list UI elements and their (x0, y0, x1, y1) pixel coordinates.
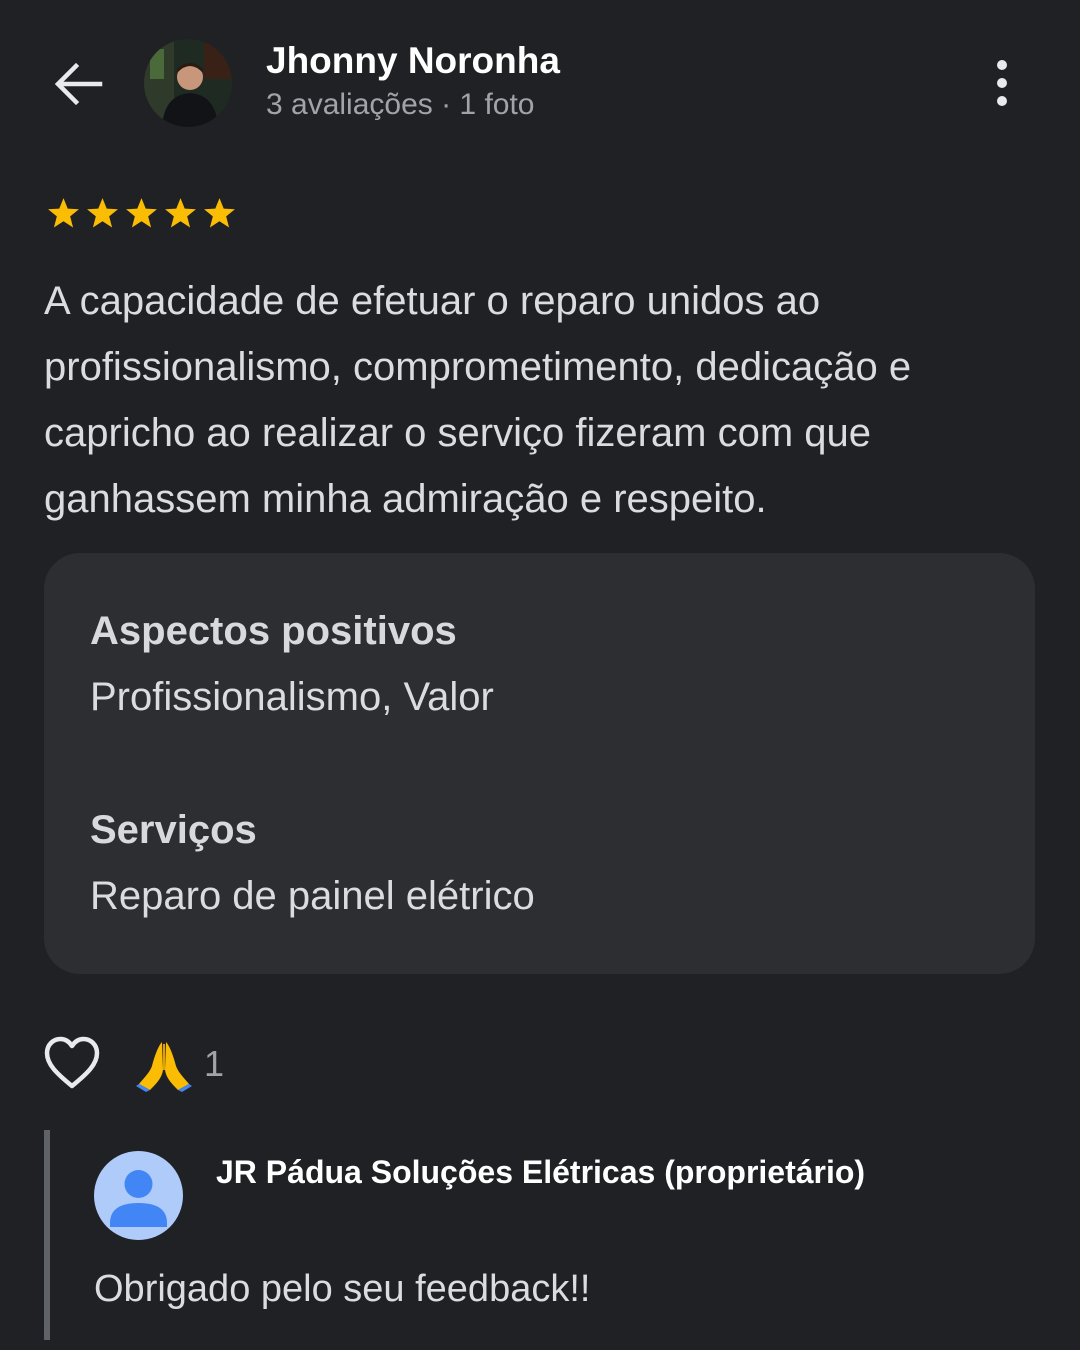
heart-outline-icon (44, 1036, 100, 1089)
owner-avatar (94, 1151, 183, 1240)
services-heading: Serviços (90, 808, 257, 852)
star-icon (48, 198, 79, 228)
arrow-left-icon (54, 62, 103, 106)
folded-hands-icon (136, 1042, 192, 1092)
owner-reply-text: Obrigado pelo seu feedback!! (94, 1268, 591, 1310)
more-options-button[interactable] (982, 56, 1022, 112)
review-text: A capacidade de efetuar o reparo unidos … (44, 279, 912, 521)
services-value: Reparo de painel elétrico (90, 874, 535, 918)
star-icon (204, 198, 235, 228)
positives-value: Profissionalismo, Valor (90, 675, 494, 719)
reaction-button[interactable]: 1 (136, 1034, 224, 1094)
like-button[interactable] (44, 1036, 100, 1090)
positives-heading: Aspectos positivos (90, 609, 457, 653)
user-avatar[interactable] (144, 39, 232, 127)
star-rating (44, 194, 239, 234)
star-icon (87, 198, 118, 228)
reaction-count: 1 (204, 1043, 225, 1084)
reviewer-meta: 3 avaliações · 1 foto (266, 88, 535, 121)
owner-name: JR Pádua Soluções Elétricas (proprietári… (216, 1154, 866, 1190)
star-icon (126, 198, 157, 228)
person-icon (94, 1151, 183, 1240)
review-header: Jhonny Noronha 3 avaliações · 1 foto (0, 0, 1080, 170)
user-photo (144, 39, 232, 127)
review-details-card: Aspectos positivos Profissionalismo, Val… (44, 553, 1035, 974)
more-vertical-icon (997, 60, 1007, 106)
back-button[interactable] (50, 58, 106, 110)
star-icon (165, 198, 196, 228)
reviewer-name[interactable]: Jhonny Noronha (266, 40, 560, 82)
reply-divider (44, 1130, 50, 1340)
